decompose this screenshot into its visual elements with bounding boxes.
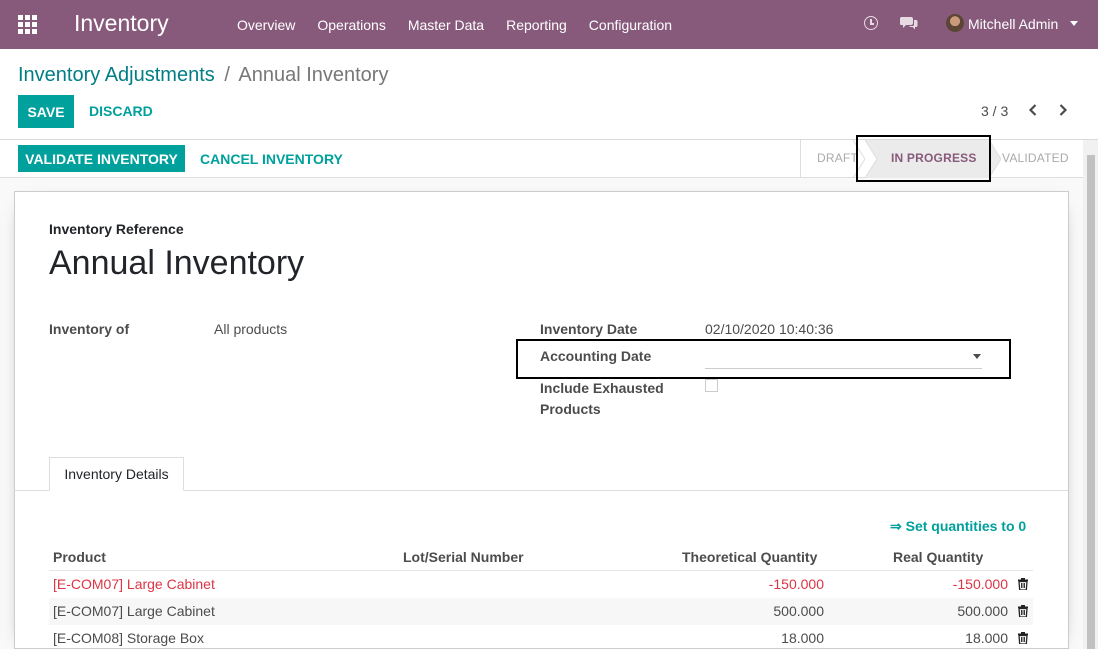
product-cell[interactable]: [E-COM08] Storage Box	[53, 630, 204, 646]
breadcrumb-parent[interactable]: Inventory Adjustments	[18, 64, 215, 86]
include-exhausted-checkbox[interactable]	[705, 379, 718, 392]
cancel-inventory-button[interactable]: CANCEL INVENTORY	[200, 151, 343, 167]
accounting-date-highlight-box	[516, 339, 1011, 379]
status-highlight-box	[856, 135, 991, 182]
reference-value[interactable]: Annual Inventory	[49, 244, 304, 283]
trash-icon[interactable]	[1018, 632, 1028, 644]
tab-inventory-details[interactable]: Inventory Details	[49, 457, 184, 491]
theoretical-quantity-cell: 500.000	[773, 603, 824, 619]
user-menu-caret-icon[interactable]	[1070, 21, 1078, 26]
real-quantity-cell[interactable]: 500.000	[957, 603, 1008, 619]
product-cell[interactable]: [E-COM07] Large Cabinet	[53, 603, 215, 619]
app-title[interactable]: Inventory	[74, 10, 169, 37]
trash-icon[interactable]	[1018, 578, 1028, 590]
validate-inventory-button[interactable]: VALIDATE INVENTORY	[18, 145, 185, 172]
set-quantities-to-zero-button[interactable]: ⇒ Set quantities to 0	[890, 518, 1026, 535]
clock-icon[interactable]	[864, 16, 878, 30]
breadcrumb-separator: /	[224, 64, 230, 86]
reference-label: Inventory Reference	[49, 221, 184, 237]
main-menu: Overview Operations Master Data Reportin…	[226, 0, 683, 49]
menu-configuration[interactable]: Configuration	[578, 17, 683, 33]
include-exhausted-label: Include Exhausted Products	[540, 380, 664, 417]
table-row[interactable]: [E-COM08] Storage Box 18.000 18.000	[49, 625, 1033, 649]
inventory-of-label: Inventory of	[49, 321, 130, 337]
theoretical-quantity-cell: 18.000	[781, 630, 824, 646]
status-step-draft[interactable]: DRAFT	[817, 151, 858, 165]
table-row[interactable]: [E-COM07] Large Cabinet 500.000 500.000	[49, 598, 1033, 625]
chat-icon[interactable]	[900, 16, 918, 31]
save-button[interactable]: SAVE	[18, 95, 74, 128]
column-header-theoretical-quantity[interactable]: Theoretical Quantity	[682, 549, 817, 565]
trash-icon[interactable]	[1018, 605, 1028, 617]
inventory-of-value[interactable]: All products	[214, 321, 287, 337]
column-header-product[interactable]: Product	[53, 549, 106, 565]
breadcrumb: Inventory Adjustments / Annual Inventory	[18, 64, 388, 87]
menu-overview[interactable]: Overview	[226, 17, 306, 33]
menu-reporting[interactable]: Reporting	[495, 17, 578, 33]
inventory-date-label: Inventory Date	[540, 321, 638, 337]
inventory-date-value[interactable]: 02/10/2020 10:40:36	[705, 321, 833, 337]
real-quantity-cell[interactable]: -150.000	[953, 576, 1008, 592]
status-step-validated[interactable]: VALIDATED	[1002, 151, 1069, 165]
real-quantity-cell[interactable]: 18.000	[965, 630, 1008, 646]
product-cell[interactable]: [E-COM07] Large Cabinet	[53, 576, 215, 592]
chevron-right-icon[interactable]	[1058, 104, 1068, 116]
scrollbar-thumb[interactable]	[1087, 155, 1095, 649]
theoretical-quantity-cell: -150.000	[768, 576, 824, 592]
breadcrumb-current: Annual Inventory	[238, 64, 389, 86]
table-row[interactable]: [E-COM07] Large Cabinet -150.000 -150.00…	[49, 571, 1033, 598]
pager-value[interactable]: 3 / 3	[981, 103, 1008, 119]
chevron-left-icon[interactable]	[1028, 104, 1038, 116]
column-header-real-quantity[interactable]: Real Quantity	[893, 549, 983, 565]
column-header-lot[interactable]: Lot/Serial Number	[403, 549, 524, 565]
menu-master-data[interactable]: Master Data	[397, 17, 495, 33]
user-menu[interactable]: Mitchell Admin	[968, 16, 1058, 32]
discard-button[interactable]: DISCARD	[89, 103, 153, 119]
avatar[interactable]	[946, 14, 964, 32]
apps-icon[interactable]	[18, 15, 37, 34]
menu-operations[interactable]: Operations	[306, 17, 396, 33]
top-navbar: Inventory Overview Operations Master Dat…	[0, 0, 1098, 49]
